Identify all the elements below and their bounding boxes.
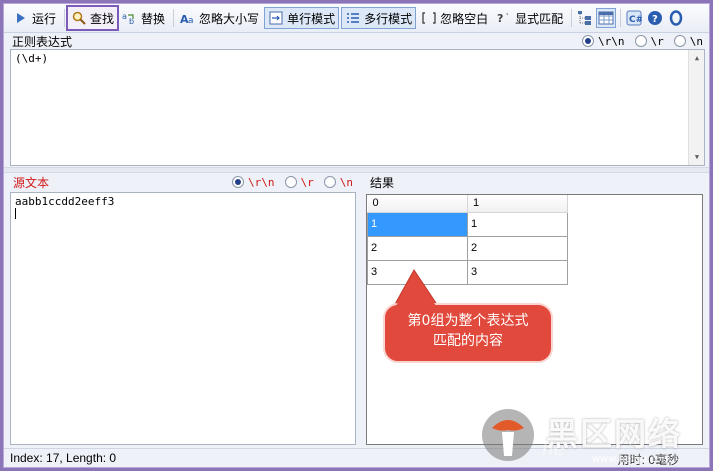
source-newline-options: \r\n \r \n [222,174,353,190]
help-icon: ? [648,11,663,25]
ignore-case-toggle[interactable]: Aa 忽略大小写 [177,7,262,29]
table-row[interactable]: 1 1 [367,211,568,237]
source-text-input[interactable]: aabb1ccdd2eeff3 [10,192,356,445]
tree-view-button[interactable] [575,8,595,28]
regex-scrollbar[interactable]: ▲ ▼ [688,50,704,165]
replace-label: 替换 [141,11,166,26]
results-label: 结果 [370,175,395,190]
regex-newline-cr[interactable]: \r [634,35,664,48]
bracket-icon [421,10,437,26]
regex-newline-options: \r\n \r \n [572,33,703,49]
explicit-match-label: 显式匹配 [515,11,564,26]
case-icon: Aa [180,10,196,26]
regex-newline-lf[interactable]: \n [673,35,703,48]
multi-line-icon [345,10,361,26]
source-label: 源文本 [13,175,50,190]
ignore-whitespace-label: 忽略空白 [440,11,489,26]
toolbar-divider [64,9,66,27]
toolbar: 运行 查找 ab 替换 Aa 忽略大小写 单行模式 多行模式 忽略空白 ? ' … [4,4,709,33]
column-header-0[interactable]: 0 [367,195,468,213]
about-button[interactable] [666,8,686,28]
find-label: 查找 [90,11,115,26]
svg-text:?: ? [652,14,658,25]
ignore-case-label: 忽略大小写 [199,11,260,26]
source-value: aabb1ccdd2eeff3 [15,195,115,208]
radio-dot-icon [232,176,244,188]
help-button[interactable]: ? [645,8,665,28]
table-cell[interactable]: 2 [367,235,468,261]
radio-dot-icon [634,35,647,47]
regex-tester-window: 运行 查找 ab 替换 Aa 忽略大小写 单行模式 多行模式 忽略空白 ? ' … [3,3,710,468]
table-header-row: 0 1 [367,195,568,213]
run-label: 运行 [32,11,57,26]
column-header-1[interactable]: 1 [467,195,568,213]
regex-header: 正则表达式 \r\n \r \n [12,33,707,49]
svg-text:a: a [188,16,194,25]
replace-button[interactable]: ab 替换 [119,7,168,29]
toolbar-divider [173,9,175,27]
code-icon: C# [626,10,642,26]
table-icon [598,11,614,25]
magnifier-icon [71,10,87,26]
single-line-label: 单行模式 [287,11,336,26]
source-newline-crlf[interactable]: \r\n [232,176,275,189]
radio-dot-icon [582,35,594,47]
single-line-icon [268,10,284,26]
find-button[interactable]: 查找 [66,5,120,31]
table-cell[interactable]: 1 [367,211,468,237]
regex-value: (\d+) [15,52,49,65]
results-header: 结果 [370,174,394,190]
multi-line-toggle[interactable]: 多行模式 [341,7,417,29]
scroll-down-icon[interactable]: ▼ [689,149,705,165]
radio-dot-icon [323,176,336,188]
watermark-he: he [542,439,565,460]
multi-line-label: 多行模式 [364,11,413,26]
run-button[interactable]: 运行 [10,7,59,29]
radio-dot-icon [284,176,297,188]
horizontal-splitter[interactable] [4,167,709,173]
single-line-toggle[interactable]: 单行模式 [264,7,340,29]
play-icon [13,10,29,26]
regex-label: 正则表达式 [12,34,73,49]
source-newline-lf[interactable]: \n [323,176,353,189]
radio-dot-icon [673,35,686,47]
svg-text:': ' [506,12,508,21]
csharp-button[interactable]: C# [624,8,644,28]
svg-text:a: a [122,12,127,21]
regex-input[interactable]: (\d+) ▲ ▼ [10,49,705,166]
table-row[interactable]: 2 2 [367,235,568,261]
table-cell[interactable]: 2 [467,235,568,261]
svg-text:?: ? [497,12,503,25]
watermark-text: 黑区网络 [546,415,683,453]
info-ring-icon [669,10,683,26]
table-cell[interactable]: 1 [467,211,568,237]
regex-newline-crlf[interactable]: \r\n [582,35,625,48]
source-header: 源文本 \r\n \r \n [13,174,353,190]
source-newline-cr[interactable]: \r [284,176,314,189]
callout-text: 第0组为整个表达式 匹配的内容 [407,313,529,349]
tree-icon [578,11,592,25]
ignore-whitespace-toggle[interactable]: 忽略空白 [418,7,491,29]
text-cursor [15,208,16,219]
question-icon: ? ' [496,10,512,26]
grid-view-button[interactable] [596,8,617,28]
svg-text:C#: C# [629,15,642,25]
scroll-up-icon[interactable]: ▲ [689,50,705,66]
status-text: Index: 17, Length: 0 [10,451,117,465]
toolbar-divider [620,9,622,27]
watermark-url: www.heiqu.com [592,454,672,465]
watermark-logo [482,409,534,461]
toolbar-divider [571,9,573,27]
explicit-match-toggle[interactable]: ? ' 显式匹配 [493,7,566,29]
replace-icon: ab [122,10,138,26]
